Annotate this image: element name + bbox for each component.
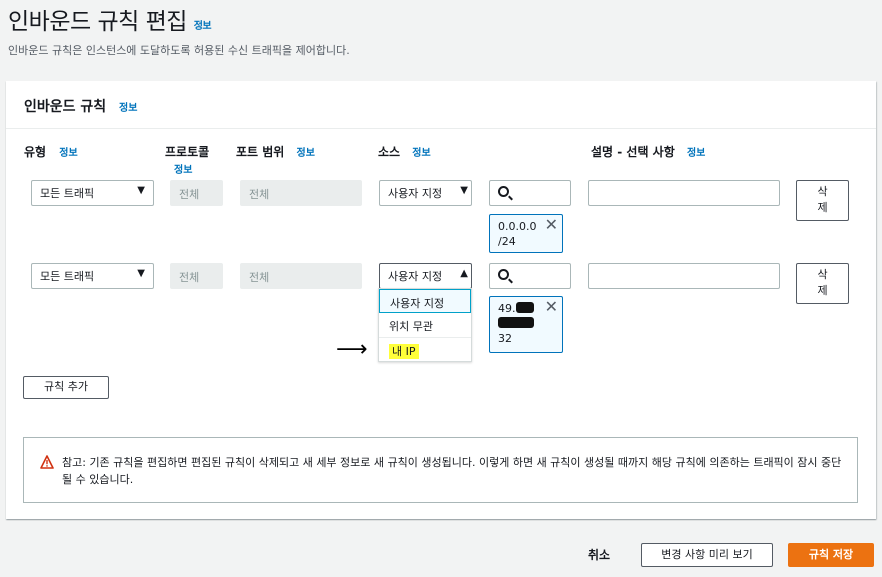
source-info-link[interactable]: 정보: [412, 148, 430, 159]
protocol-info-link[interactable]: 정보: [174, 161, 192, 176]
source-option-anywhere[interactable]: 위치 무관: [379, 313, 471, 337]
rule-2-source-search-input[interactable]: [489, 263, 571, 289]
chevron-up-icon: ▲: [460, 268, 468, 279]
rule-1-source-select[interactable]: 사용자 지정 ▼: [379, 180, 472, 206]
type-info-link[interactable]: 정보: [59, 148, 77, 159]
column-header-source: 소스 정보: [378, 145, 431, 159]
my-ip-highlight: 내 IP: [389, 344, 419, 359]
column-header-description: 설명 - 선택 사항 정보: [591, 145, 706, 159]
rule-2-source-select[interactable]: 사용자 지정 ▲: [379, 263, 472, 289]
remove-token-icon[interactable]: ✕: [545, 217, 558, 233]
remove-token-icon[interactable]: ✕: [545, 299, 558, 315]
rule-2-delete-button[interactable]: 삭 제: [796, 263, 849, 304]
chevron-down-icon: ▼: [460, 185, 468, 196]
source-option-my-ip[interactable]: 내 IP: [379, 337, 471, 361]
description-info-link[interactable]: 정보: [687, 148, 705, 159]
port-range-info-link[interactable]: 정보: [297, 148, 315, 159]
redaction-mark: [498, 317, 534, 328]
rule-2-description-input[interactable]: [588, 263, 780, 289]
source-option-custom[interactable]: 사용자 지정: [379, 289, 471, 313]
rule-2-protocol-field: 전체: [170, 263, 223, 289]
rule-1-port-range-field: 전체: [240, 180, 362, 206]
rule-1-type-select[interactable]: 모든 트래픽 ▼: [31, 180, 154, 206]
rule-1-source-search-input[interactable]: [489, 180, 571, 206]
alert-text: 참고: 기존 규칙을 편집하면 편집된 규칙이 삭제되고 새 세부 정보로 새 …: [62, 456, 842, 486]
column-header-port-range: 포트 범위 정보: [236, 145, 315, 159]
search-icon: [498, 269, 509, 280]
add-rule-button[interactable]: 규칙 추가: [23, 376, 109, 399]
rule-1-description-input[interactable]: [588, 180, 780, 206]
rule-2-type-select[interactable]: 모든 트래픽 ▼: [31, 263, 154, 289]
rule-1-delete-button[interactable]: 삭 제: [796, 180, 849, 221]
redaction-mark: [515, 302, 534, 313]
page-description: 인바운드 규칙은 인스턴스에 도달하도록 허용된 수신 트래픽을 제어합니다.: [8, 44, 350, 57]
warning-icon: [40, 455, 54, 469]
panel-title: 인바운드 규칙 정보: [24, 99, 138, 115]
source-dropdown-menu: 사용자 지정 위치 무관 내 IP: [378, 288, 472, 362]
chevron-down-icon: ▼: [137, 185, 145, 196]
column-header-type: 유형 정보: [24, 145, 78, 159]
annotation-arrow-icon: ⟶: [336, 337, 368, 362]
rule-1-source-cidr-token: 0.0.0.0 /24 ✕: [489, 214, 563, 253]
page-title: 인바운드 규칙 편집 정보: [8, 9, 212, 35]
rule-1-protocol-field: 전체: [170, 180, 223, 206]
panel-title-info-link[interactable]: 정보: [119, 103, 137, 114]
search-icon: [498, 186, 509, 197]
preview-changes-button[interactable]: 변경 사항 미리 보기: [641, 543, 773, 567]
column-header-protocol: 프로토콜: [165, 145, 210, 159]
save-rules-button[interactable]: 규칙 저장: [788, 543, 874, 567]
cancel-button[interactable]: 취소: [588, 546, 610, 563]
chevron-down-icon: ▼: [137, 268, 145, 279]
rule-2-source-ip-token: 49. 32 ✕: [489, 296, 563, 353]
page-title-info-link[interactable]: 정보: [194, 21, 212, 32]
rule-2-port-range-field: 전체: [240, 263, 362, 289]
